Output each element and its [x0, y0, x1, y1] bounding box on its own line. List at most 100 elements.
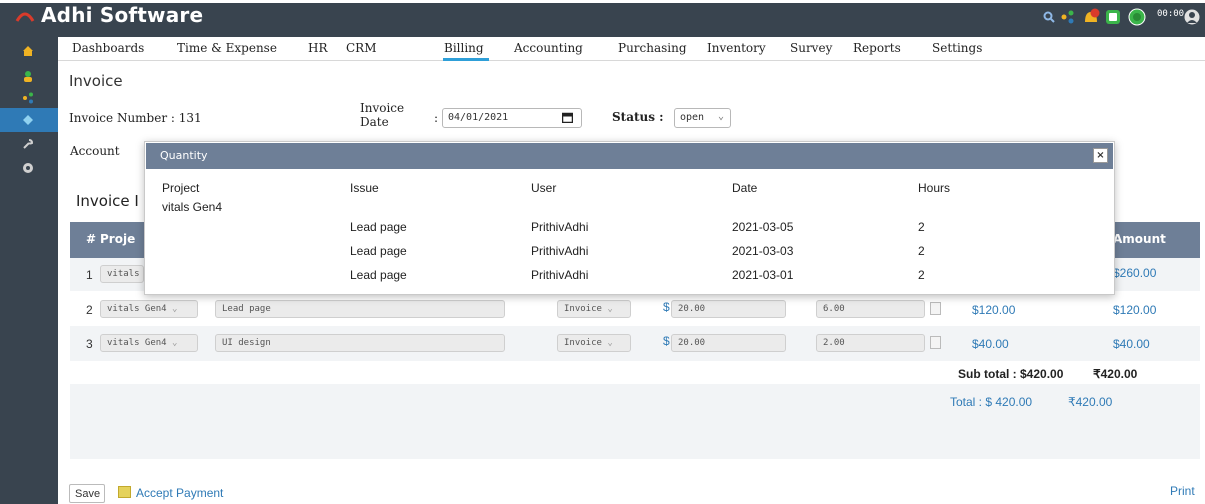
app-launcher-icon[interactable]: [1104, 8, 1122, 26]
modal-date: 2021-03-03: [732, 244, 794, 258]
nav-survey[interactable]: Survey: [790, 41, 832, 55]
row-amount: $40.00: [1113, 337, 1150, 351]
project-select[interactable]: vitals Gen4 ⌄: [100, 334, 198, 352]
nav-accounting[interactable]: Accounting: [514, 41, 583, 55]
status-value: open: [680, 112, 705, 123]
wrench-icon[interactable]: [17, 134, 39, 154]
type-value: Invoice: [564, 338, 602, 348]
main-nav: Dashboards Time & Expense HR CRM Billing…: [58, 37, 1205, 61]
user-avatar-icon[interactable]: [1183, 8, 1201, 26]
project-select[interactable]: vitals: [100, 265, 144, 283]
notification-bell-icon[interactable]: [1080, 8, 1102, 26]
rate-input[interactable]: 20.00: [671, 334, 786, 352]
nav-billing[interactable]: Billing: [444, 41, 484, 55]
accept-payment-link[interactable]: Accept Payment: [136, 486, 223, 500]
nav-dashboards[interactable]: Dashboards: [72, 41, 144, 55]
invoice-number-label: Invoice Number : 131: [69, 111, 202, 125]
account-label: Account: [70, 144, 120, 158]
user-icon[interactable]: [17, 66, 39, 86]
spacer-row: [70, 419, 1200, 459]
project-value: vitals Gen4: [107, 338, 167, 348]
modal-col-hours: Hours: [918, 181, 951, 195]
project-value: vitals Gen4: [107, 304, 167, 314]
row-number: 2: [86, 303, 93, 317]
modal-date: 2021-03-01: [732, 268, 794, 282]
save-button[interactable]: Save: [69, 484, 105, 503]
billing-tag-icon[interactable]: [17, 110, 39, 130]
globe-icon[interactable]: [17, 158, 39, 178]
modal-hours: 2: [918, 268, 925, 282]
row-number: 3: [86, 337, 93, 351]
calendar-icon[interactable]: [562, 112, 573, 123]
invoice-date-value: 04/01/2021: [448, 112, 509, 123]
online-status-icon[interactable]: [1128, 8, 1146, 26]
type-value: Invoice: [564, 304, 602, 314]
modal-col-issue: Issue: [350, 181, 379, 195]
modal-date: 2021-03-05: [732, 220, 794, 234]
logo-icon: [15, 12, 35, 22]
hours-detail-icon[interactable]: [930, 336, 941, 349]
nav-settings[interactable]: Settings: [932, 41, 982, 55]
subtotal-inr: ₹420.00: [1093, 367, 1138, 381]
modal-hours: 2: [918, 244, 925, 258]
modal-user: PrithivAdhi: [531, 268, 589, 282]
page-title: Invoice: [69, 72, 123, 90]
col-header-amount: Amount: [1113, 232, 1166, 246]
search-icon[interactable]: [1040, 8, 1058, 26]
rate-currency-symbol: $: [663, 300, 670, 314]
modal-user: PrithivAdhi: [531, 220, 589, 234]
rate-currency-symbol: $: [663, 334, 670, 348]
nav-reports[interactable]: Reports: [853, 41, 901, 55]
modal-title-bar: Quantity ×: [146, 143, 1113, 169]
issue-input[interactable]: Lead page: [215, 300, 505, 318]
row-amount: $120.00: [1113, 303, 1157, 317]
project-select[interactable]: vitals Gen4 ⌄: [100, 300, 198, 318]
modal-title: Quantity: [160, 149, 208, 162]
row-total: $40.00: [972, 337, 1009, 351]
invoice-date-sep: :: [434, 111, 439, 125]
modal-issue: Lead page: [350, 268, 407, 282]
issue-input[interactable]: UI design: [215, 334, 505, 352]
nav-hr[interactable]: HR: [308, 41, 328, 55]
hours-input[interactable]: 2.00: [816, 334, 925, 352]
hours-input[interactable]: 6.00: [816, 300, 925, 318]
payment-icon: [118, 486, 131, 498]
hours-detail-icon[interactable]: [930, 302, 941, 315]
col-header-project: Proje: [100, 232, 136, 246]
print-link[interactable]: Print: [1170, 484, 1195, 498]
nav-active-underline: [443, 58, 489, 61]
modal-issue: Lead page: [350, 244, 407, 258]
share-nodes-icon[interactable]: [17, 88, 39, 108]
total-inr: ₹420.00: [1068, 395, 1113, 409]
invoice-items-section-title: Invoice I: [76, 192, 139, 210]
invoice-date-input[interactable]: 04/01/2021: [442, 108, 582, 128]
invoice-date-label: Invoice Date: [360, 101, 405, 129]
modal-col-user: User: [531, 181, 557, 195]
nav-inventory[interactable]: Inventory: [707, 41, 766, 55]
chevron-down-icon: ⌄: [601, 338, 613, 348]
quantity-modal: Quantity × Project Issue User Date Hours…: [144, 141, 1115, 295]
type-select[interactable]: Invoice ⌄: [557, 334, 631, 352]
chevron-down-icon: ⌄: [717, 111, 724, 122]
rate-input[interactable]: 20.00: [671, 300, 786, 318]
subtotal-label: Sub total : $420.00: [958, 367, 1064, 381]
modal-issue: Lead page: [350, 220, 407, 234]
modal-hours: 2: [918, 220, 925, 234]
status-select[interactable]: open ⌄: [674, 108, 731, 128]
chevron-down-icon: ⌄: [601, 304, 613, 314]
close-icon[interactable]: ×: [1093, 148, 1108, 163]
nav-crm[interactable]: CRM: [346, 41, 377, 55]
modal-project-value: vitals Gen4: [162, 200, 223, 214]
home-icon[interactable]: [17, 41, 39, 61]
modal-col-project: Project: [162, 181, 200, 195]
share-icon[interactable]: [1058, 8, 1076, 26]
clock-display: 00:00: [1157, 9, 1185, 19]
chevron-down-icon: ⌄: [166, 304, 178, 314]
chevron-down-icon: ⌄: [166, 338, 178, 348]
total-label: Total : $ 420.00: [950, 395, 1033, 409]
nav-purchasing[interactable]: Purchasing: [618, 41, 687, 55]
row-total: $120.00: [972, 303, 1016, 317]
nav-time-expense[interactable]: Time & Expense: [177, 41, 277, 55]
type-select[interactable]: Invoice ⌄: [557, 300, 631, 318]
modal-col-date: Date: [732, 181, 758, 195]
